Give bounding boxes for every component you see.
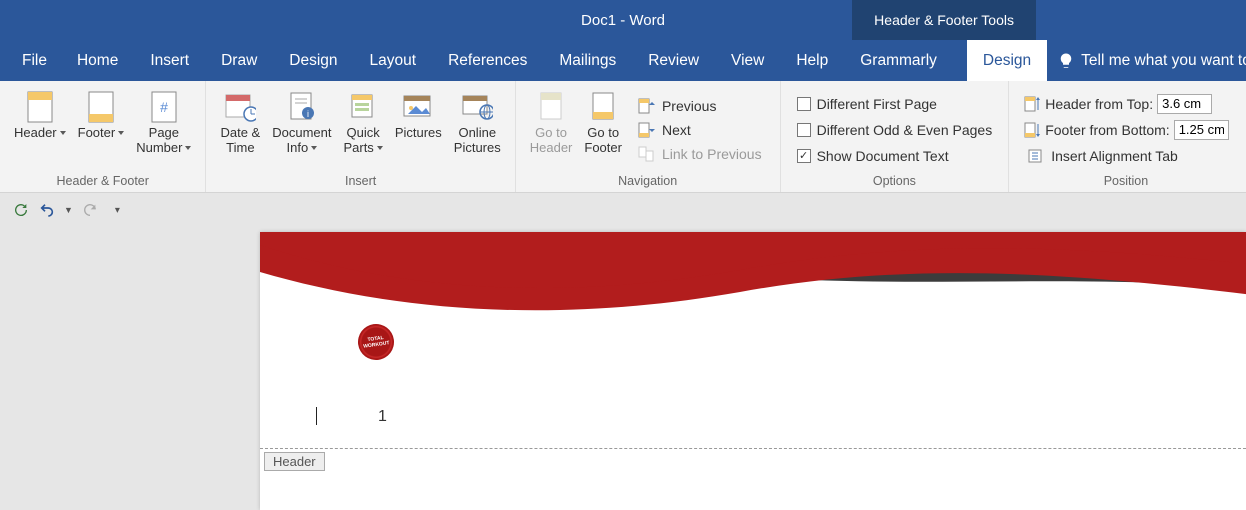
group-header-footer: Header Footer # Page Number Header & Foo… [0, 81, 206, 192]
show-document-text-checkbox[interactable]: ✓ Show Document Text [795, 147, 995, 165]
svg-text:#: # [160, 99, 168, 115]
tell-me-search[interactable]: Tell me what you want to [1047, 40, 1246, 81]
group-options: Different First Page Different Odd & Eve… [781, 81, 1010, 192]
quick-parts-button[interactable]: Quick Parts [337, 87, 388, 172]
tab-insert[interactable]: Insert [134, 40, 205, 81]
header-boundary-line [260, 448, 1246, 449]
go-to-header-button[interactable]: Go to Header [524, 87, 579, 172]
page-number-icon: # [148, 91, 180, 123]
link-icon [638, 145, 656, 163]
footer-from-bottom-row: Footer from Bottom: [1023, 120, 1228, 140]
tab-mailings[interactable]: Mailings [543, 40, 632, 81]
tell-me-label: Tell me what you want to [1081, 52, 1246, 70]
lightbulb-icon [1057, 52, 1075, 70]
tab-draw[interactable]: Draw [205, 40, 273, 81]
go-to-footer-button[interactable]: Go to Footer [578, 87, 628, 172]
footer-from-bottom-input[interactable] [1174, 120, 1229, 140]
header-button[interactable]: Header [8, 87, 72, 172]
quick-access-toolbar: ▼ ▾ [0, 193, 1246, 227]
footer-position-icon [1023, 122, 1041, 138]
calendar-icon [224, 91, 256, 123]
group-label: Position [1104, 172, 1148, 192]
undo-dropdown-icon[interactable]: ▼ [64, 205, 73, 215]
tab-review[interactable]: Review [632, 40, 715, 81]
insert-alignment-tab-button[interactable]: Insert Alignment Tab [1023, 146, 1228, 166]
header-icon [24, 91, 56, 123]
checkbox-icon [797, 123, 811, 137]
go-to-header-icon [535, 91, 567, 123]
svg-text:i: i [307, 109, 309, 119]
document-info-icon: i [286, 91, 318, 123]
text-cursor [316, 407, 317, 425]
group-label: Header & Footer [57, 172, 149, 192]
next-button[interactable]: Next [634, 120, 766, 140]
header-from-top-input[interactable] [1157, 94, 1212, 114]
undo-icon[interactable] [38, 201, 56, 219]
previous-icon [638, 97, 656, 115]
page-number-text: 1 [378, 408, 387, 426]
group-position: Header from Top: Footer from Bottom: Ins… [1009, 81, 1242, 192]
qat-customize-icon[interactable]: ▾ [115, 205, 120, 216]
contextual-tab-label: Header & Footer Tools [852, 0, 1036, 40]
tab-references[interactable]: References [432, 40, 543, 81]
different-first-page-checkbox[interactable]: Different First Page [795, 95, 995, 113]
checkbox-checked-icon: ✓ [797, 149, 811, 163]
window-title: Doc1 - Word [581, 12, 665, 29]
next-icon [638, 121, 656, 139]
alignment-tab-icon [1027, 147, 1045, 165]
tab-view[interactable]: View [715, 40, 780, 81]
tab-file[interactable]: File [0, 40, 61, 81]
online-pictures-button[interactable]: Online Pictures [448, 87, 507, 172]
group-insert: Date & Time i Document Info Quick Parts … [206, 81, 515, 192]
document-info-button[interactable]: i Document Info [266, 87, 337, 172]
footer-icon [85, 91, 117, 123]
footer-button[interactable]: Footer [72, 87, 131, 172]
tab-home[interactable]: Home [61, 40, 134, 81]
redo-icon[interactable] [81, 201, 99, 219]
group-label: Navigation [618, 172, 677, 192]
tab-layout[interactable]: Layout [354, 40, 433, 81]
previous-button[interactable]: Previous [634, 96, 766, 116]
pictures-button[interactable]: Pictures [389, 87, 448, 172]
date-time-button[interactable]: Date & Time [214, 87, 266, 172]
header-wave-red [260, 232, 1246, 382]
different-odd-even-checkbox[interactable]: Different Odd & Even Pages [795, 121, 995, 139]
checkbox-icon [797, 97, 811, 111]
quick-parts-icon [347, 91, 379, 123]
tab-help[interactable]: Help [780, 40, 844, 81]
header-section-tag: Header [264, 452, 325, 471]
page-number-button[interactable]: # Page Number [130, 87, 197, 172]
document-page: TOTAL WORKOUT 1 Header [260, 232, 1246, 510]
pictures-icon [402, 91, 434, 123]
ribbon: Header Footer # Page Number Header & Foo… [0, 81, 1246, 193]
online-pictures-icon [461, 91, 493, 123]
go-to-footer-icon [587, 91, 619, 123]
menu-tabs: File Home Insert Draw Design Layout Refe… [0, 40, 1246, 81]
title-bar: Doc1 - Word Header & Footer Tools [0, 0, 1246, 40]
tab-design-context[interactable]: Design [967, 40, 1047, 81]
group-navigation: Go to Header Go to Footer Previous [516, 81, 781, 192]
logo-badge: TOTAL WORKOUT [358, 324, 394, 360]
header-position-icon [1023, 96, 1041, 112]
group-label: Options [873, 172, 916, 192]
refresh-icon[interactable] [12, 201, 30, 219]
tab-grammarly[interactable]: Grammarly [844, 40, 953, 81]
link-to-previous-button[interactable]: Link to Previous [634, 144, 766, 164]
tab-design[interactable]: Design [273, 40, 353, 81]
header-from-top-row: Header from Top: [1023, 94, 1228, 114]
group-label: Insert [345, 172, 376, 192]
